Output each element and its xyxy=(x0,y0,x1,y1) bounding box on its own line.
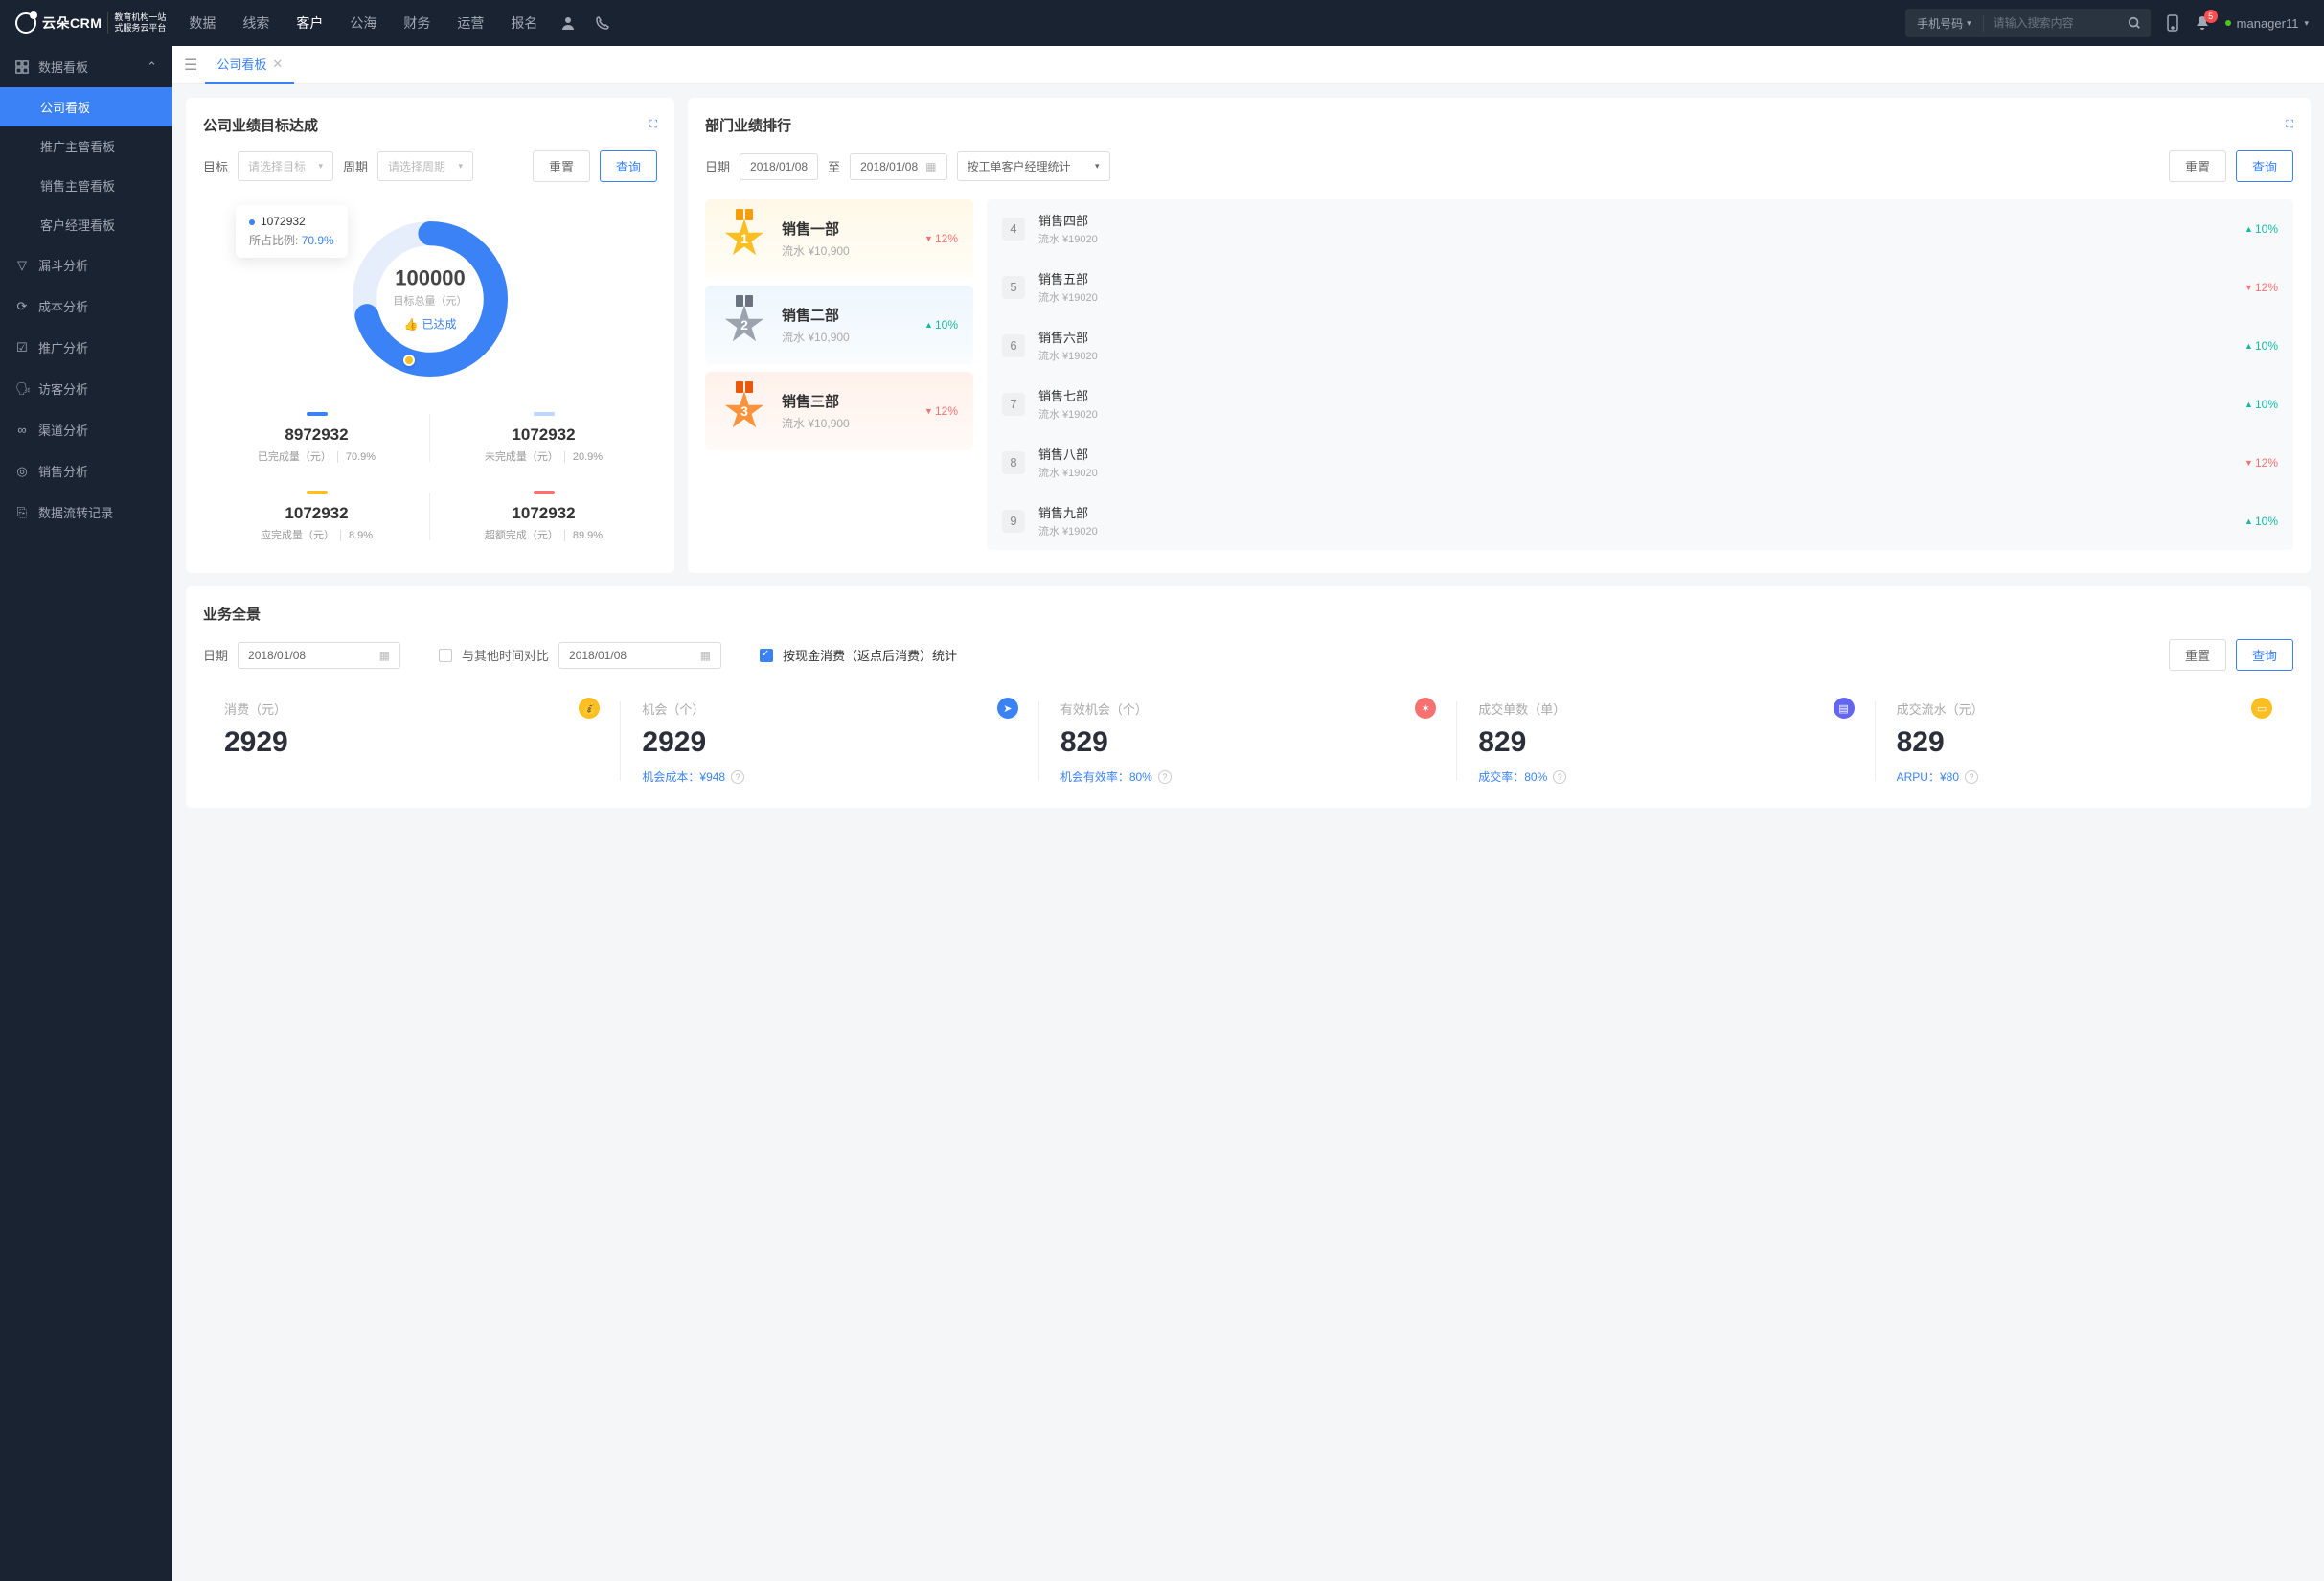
rank-item-8[interactable]: 8销售八部流水 ¥19020▼ 12% xyxy=(987,433,2293,492)
kpi-0: 消费（元）💰2929 xyxy=(203,692,621,790)
rank-by-select[interactable]: 按工单客户经理统计▾ xyxy=(957,151,1110,181)
sidebar-item-0[interactable]: 公司看板 xyxy=(0,87,172,126)
expand-icon[interactable]: ⛶ xyxy=(2286,119,2293,131)
overview-date1[interactable]: 2018/01/08▦ xyxy=(238,642,400,669)
sidebar-group-6[interactable]: ⎘数据流转记录 xyxy=(0,492,172,533)
period-select[interactable]: 请选择周期▾ xyxy=(377,151,473,181)
kpi-3: 成交单数（单）▤829成交率：80%? xyxy=(1457,692,1875,790)
chevron-up-icon: ⌃ xyxy=(147,59,157,75)
nav-报名[interactable]: 报名 xyxy=(511,13,537,33)
sidebar-group-4[interactable]: ∞渠道分析 xyxy=(0,409,172,450)
sidebar-group-2[interactable]: ☑推广分析 xyxy=(0,327,172,368)
reset-button[interactable]: 重置 xyxy=(533,150,590,182)
sidebar: 数据看板 ⌃ 公司看板推广主管看板销售主管看板客户经理看板 ▽漏斗分析⟳成本分析… xyxy=(0,46,172,1581)
sidebar-item-1[interactable]: 推广主管看板 xyxy=(0,126,172,166)
sidebar-item-3[interactable]: 客户经理看板 xyxy=(0,205,172,244)
panel-target: 公司业绩目标达成 ⛶ 目标 请选择目标▾ 周期 请选择周期▾ 重置 查询 xyxy=(186,98,674,573)
brand-name: 云朵CRM xyxy=(42,13,102,33)
bell-icon[interactable]: 5 xyxy=(2195,15,2210,31)
search-button[interactable] xyxy=(2118,16,2151,30)
stat-3: 1072932超额完成（元）89.9% xyxy=(430,477,657,556)
rank-item-4[interactable]: 4销售四部流水 ¥19020▲ 10% xyxy=(987,199,2293,258)
user-icon[interactable] xyxy=(560,15,576,31)
dashboard-icon xyxy=(15,60,29,74)
panel-rank: 部门业绩排行 ⛶ 日期 2018/01/08 至 2018/01/08▦ 按工单… xyxy=(688,98,2311,573)
user-menu[interactable]: manager11 ▾ xyxy=(2225,16,2309,31)
nav-数据[interactable]: 数据 xyxy=(189,13,216,33)
podium-3[interactable]: 3销售三部流水 ¥10,900▼12% xyxy=(705,372,973,450)
tab-company-board[interactable]: 公司看板 ✕ xyxy=(205,46,294,84)
rank-item-6[interactable]: 6销售六部流水 ¥19020▲ 10% xyxy=(987,316,2293,375)
target-select[interactable]: 请选择目标▾ xyxy=(238,151,333,181)
logo[interactable]: 云朵CRM 教育机构一站 式服务云平台 xyxy=(15,12,166,34)
rank-title: 部门业绩排行 xyxy=(705,115,791,135)
nav-客户[interactable]: 客户 xyxy=(296,13,323,33)
podium-1[interactable]: 1销售一部流水 ¥10,900▼12% xyxy=(705,199,973,278)
search-input[interactable] xyxy=(1984,16,2118,30)
mobile-icon[interactable] xyxy=(2166,14,2179,32)
donut-handle xyxy=(403,355,415,366)
query-button[interactable]: 查询 xyxy=(600,150,657,182)
sidebar-group-0[interactable]: ▽漏斗分析 xyxy=(0,244,172,286)
compare-checkbox[interactable] xyxy=(439,649,452,662)
overview-title: 业务全景 xyxy=(203,604,261,624)
search-bar: 手机号码▾ xyxy=(1905,9,2151,37)
username: manager11 xyxy=(2237,16,2299,31)
rank-list[interactable]: 4销售四部流水 ¥19020▲ 10%5销售五部流水 ¥19020▼ 12%6销… xyxy=(987,199,2293,550)
topbar: 云朵CRM 教育机构一站 式服务云平台 数据 线索 客户 公海 财务 运营 报名 手机号码▾… xyxy=(0,0,2324,46)
stat-0: 8972932已完成量（元）70.9% xyxy=(203,399,430,477)
rank-item-7[interactable]: 7销售七部流水 ¥19020▲ 10% xyxy=(987,375,2293,433)
target-title: 公司业绩目标达成 xyxy=(203,115,318,135)
tabs-bar: ☰ 公司看板 ✕ xyxy=(172,46,2324,84)
sidebar-group-dashboard[interactable]: 数据看板 ⌃ xyxy=(0,46,172,87)
query-button[interactable]: 查询 xyxy=(2236,150,2293,182)
nav-线索[interactable]: 线索 xyxy=(242,13,269,33)
sidebar-group-1[interactable]: ⟳成本分析 xyxy=(0,286,172,327)
reset-button[interactable]: 重置 xyxy=(2169,639,2226,671)
nav-运营[interactable]: 运营 xyxy=(457,13,484,33)
phone-icon[interactable] xyxy=(595,15,610,31)
date-from[interactable]: 2018/01/08 xyxy=(740,153,818,180)
brand-sub: 教育机构一站 式服务云平台 xyxy=(107,12,166,34)
panel-overview: 业务全景 日期 2018/01/08▦ 与其他时间对比 2018/01/08▦ … xyxy=(186,586,2311,808)
stat-2: 1072932应完成量（元）8.9% xyxy=(203,477,430,556)
hamburger-icon[interactable]: ☰ xyxy=(184,56,197,75)
kpi-1: 机会（个）➤2929机会成本：¥948? xyxy=(621,692,1038,790)
status-dot xyxy=(2225,20,2231,26)
stat-1: 1072932未完成量（元）20.9% xyxy=(430,399,657,477)
search-category[interactable]: 手机号码▾ xyxy=(1905,15,1984,32)
logo-icon xyxy=(15,12,36,34)
topnav: 数据 线索 客户 公海 财务 运营 报名 xyxy=(189,13,537,33)
stat-checkbox[interactable] xyxy=(760,649,773,662)
date-to[interactable]: 2018/01/08▦ xyxy=(850,153,946,180)
nav-公海[interactable]: 公海 xyxy=(350,13,376,33)
query-button[interactable]: 查询 xyxy=(2236,639,2293,671)
kpi-4: 成交流水（元）▭829ARPU：¥80? xyxy=(1876,692,2293,790)
achieved-badge: 👍已达成 xyxy=(404,316,457,332)
donut-chart: 1072932 所占比例: 70.9% 100000 目标总量（元） 👍已达成 xyxy=(203,199,657,399)
podium-2[interactable]: 2销售二部流水 ¥10,900▲10% xyxy=(705,286,973,364)
sidebar-group-3[interactable]: 🗣访客分析 xyxy=(0,368,172,409)
main-content: ☰ 公司看板 ✕ 公司业绩目标达成 ⛶ 目标 请选择目标▾ 周期 xyxy=(172,46,2324,1581)
overview-date2[interactable]: 2018/01/08▦ xyxy=(558,642,721,669)
sidebar-group-5[interactable]: ◎销售分析 xyxy=(0,450,172,492)
close-icon[interactable]: ✕ xyxy=(272,57,283,72)
nav-财务[interactable]: 财务 xyxy=(403,13,430,33)
chart-tooltip: 1072932 所占比例: 70.9% xyxy=(236,205,348,258)
expand-icon[interactable]: ⛶ xyxy=(649,119,657,131)
kpi-2: 有效机会（个）✶829机会有效率：80%? xyxy=(1039,692,1457,790)
notification-badge: 5 xyxy=(2204,10,2218,23)
reset-button[interactable]: 重置 xyxy=(2169,150,2226,182)
rank-item-9[interactable]: 9销售九部流水 ¥19020▲ 10% xyxy=(987,492,2293,550)
rank-item-5[interactable]: 5销售五部流水 ¥19020▼ 12% xyxy=(987,258,2293,316)
sidebar-item-2[interactable]: 销售主管看板 xyxy=(0,166,172,205)
